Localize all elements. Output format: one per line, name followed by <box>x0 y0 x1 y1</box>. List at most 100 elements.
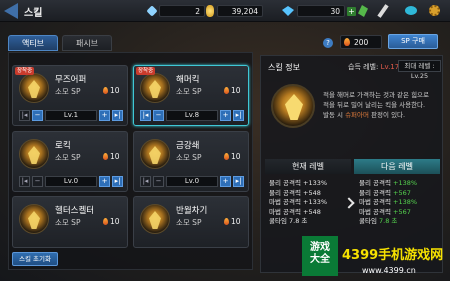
next-level-header: 다음 레벨 <box>354 159 440 174</box>
stat-row: 쿨타임 7.8 초 <box>269 217 327 227</box>
level-control: |◂ − Lv.0 + ▸| <box>19 175 123 188</box>
sp-flame-icon <box>344 38 350 46</box>
chat-icon[interactable] <box>405 6 417 15</box>
stat-row: 마법 공격력 +133% <box>269 198 327 208</box>
level-max-button[interactable]: ▸| <box>112 176 123 187</box>
skill-card[interactable]: 장착중 무즈어퍼 소모 SP 10 |◂ − Lv.1 + ▸| <box>12 65 128 126</box>
sp-cost-label: 소모 SP <box>176 153 202 162</box>
stat-value: 7.8 초 <box>289 217 308 225</box>
selected-skill-icon <box>271 84 315 128</box>
stat-key: 마법 공격력 <box>359 207 391 216</box>
gear-icon[interactable] <box>429 5 440 16</box>
skill-card[interactable]: 금강쇄 소모 SP 10 |◂ − Lv.0 + ▸| <box>133 131 249 192</box>
level-down-button[interactable]: − <box>32 110 43 121</box>
skill-info-title: 스킬 정보 <box>268 63 300 72</box>
stat-row: 물리 공격력 +548 <box>269 189 327 199</box>
tab-active[interactable]: 액티브 <box>8 35 58 51</box>
stat-key: 물리 공격력 <box>269 188 301 197</box>
next-stats: 물리 공격력 +138% 물리 공격력 +567 마법 공격력 +138% 마법… <box>359 179 417 227</box>
sp-cost-label: 소모 SP <box>176 87 202 96</box>
max-level: 최대 레벨 : Lv.25 <box>398 60 441 80</box>
skill-name: 로킥 <box>55 141 71 151</box>
level-min-button[interactable]: |◂ <box>140 110 151 121</box>
level-max-button[interactable]: ▸| <box>112 110 123 121</box>
level-max-button[interactable]: ▸| <box>233 176 244 187</box>
level-up-button[interactable]: + <box>99 110 110 121</box>
desc-line: 발동 시 슈퍼아머 판정이 있다. <box>323 110 439 120</box>
sp-cost: 10 <box>103 86 120 95</box>
equipped-badge: 장착중 <box>15 67 35 75</box>
level-value: Lv.8 <box>166 110 218 121</box>
skill-info-panel: 스킬 정보 습득 레벨: Lv.17 최대 레벨 : Lv.25 적을 해머로 … <box>260 55 443 273</box>
stat-row: 물리 공격력 +133% <box>269 179 327 189</box>
level-min-button[interactable]: |◂ <box>140 176 151 187</box>
level-down-button[interactable]: − <box>153 176 164 187</box>
level-max-button[interactable]: ▸| <box>233 110 244 121</box>
stat-row: 마법 공격력 +138% <box>359 198 417 208</box>
level-up-button[interactable]: + <box>220 176 231 187</box>
level-min-button[interactable]: |◂ <box>19 110 30 121</box>
level-up-button[interactable]: + <box>99 176 110 187</box>
skill-card[interactable]: 로킥 소모 SP 10 |◂ − Lv.0 + ▸| <box>12 131 128 192</box>
skill-icon <box>140 73 170 103</box>
help-icon[interactable]: ? <box>323 38 333 48</box>
skill-card[interactable]: 헬터스켈터 소모 SP 10 <box>12 196 128 248</box>
level-down-button[interactable]: − <box>153 110 164 121</box>
desc-text: 발동 시 <box>323 111 346 119</box>
leaf-icon[interactable] <box>358 5 368 17</box>
stat-key: 마법 공격력 <box>269 198 301 206</box>
stat-value: 7.8 초 <box>379 217 398 225</box>
stat-row: 물리 공격력 +138% <box>359 179 417 189</box>
page-title: 스킬 <box>24 8 43 19</box>
sp-cost-value: 10 <box>110 86 120 95</box>
back-arrow-icon[interactable] <box>4 3 18 19</box>
gold-count: 39,204 <box>217 5 263 17</box>
level-up-button[interactable]: + <box>220 110 231 121</box>
equipped-badge: 장착중 <box>136 67 156 75</box>
stat-key: 마법 공격력 <box>359 198 391 206</box>
skill-card[interactable]: 반월차기 소모 SP 10 <box>133 196 249 248</box>
sword-icon[interactable] <box>377 4 389 18</box>
tab-passive[interactable]: 패시브 <box>62 35 112 51</box>
stat-row: 마법 공격력 +567 <box>359 208 417 218</box>
level-min-button[interactable]: |◂ <box>19 176 30 187</box>
skill-screen: 스킬 2 39,204 30 + 액티브 패시브 ? 200 SP 구매 장착중… <box>0 0 450 281</box>
sp-buy-button[interactable]: SP 구매 <box>388 34 438 49</box>
level-value: Lv.1 <box>45 110 97 121</box>
diamond-count: 30 <box>297 5 345 17</box>
skill-card-selected[interactable]: 장착중 해머킥 소모 SP 10 |◂ − Lv.8 + ▸| <box>133 65 249 126</box>
learn-level-label: 습득 레벨: <box>348 63 379 71</box>
stat-value: +548 <box>303 207 321 216</box>
flame-icon <box>224 153 229 160</box>
diamond-resource: 30 + <box>282 4 356 18</box>
watermark-logo: 游戏 大全 <box>302 236 338 276</box>
skill-name: 반월차기 <box>176 206 208 216</box>
level-value: Lv.0 <box>166 176 218 187</box>
diamond-add-button[interactable]: + <box>347 6 356 16</box>
learn-level: 습득 레벨: Lv.17 <box>348 62 399 72</box>
level-control: |◂ − Lv.0 + ▸| <box>140 175 244 188</box>
current-level-header: 현재 레벨 <box>265 159 351 174</box>
stat-value: +138% <box>393 179 418 187</box>
diamond-icon <box>282 6 294 16</box>
chevron-right-icon <box>343 197 355 209</box>
skill-name: 금강쇄 <box>176 141 200 151</box>
stat-value: +567 <box>393 207 411 216</box>
stat-key: 물리 공격력 <box>359 188 391 197</box>
level-down-button[interactable]: − <box>32 176 43 187</box>
sp-cost: 10 <box>103 152 120 161</box>
skill-reset-button[interactable]: 스킬 초기화 <box>12 252 58 266</box>
skill-icon <box>19 73 49 103</box>
sp-cost-label: 소모 SP <box>176 218 202 227</box>
level-control: |◂ − Lv.1 + ▸| <box>19 109 123 122</box>
sp-value: 200 <box>354 37 369 47</box>
stat-row: 쿨타임 7.8 초 <box>359 217 417 227</box>
sp-cost-value: 10 <box>110 217 120 226</box>
skill-icon <box>140 204 170 234</box>
stat-value: +567 <box>393 188 411 197</box>
skill-name: 무즈어퍼 <box>55 75 87 85</box>
stat-row: 마법 공격력 +548 <box>269 208 327 218</box>
flame-icon <box>103 87 108 94</box>
sp-cost-value: 10 <box>110 152 120 161</box>
desc-highlight: 슈퍼아머 <box>345 111 369 119</box>
